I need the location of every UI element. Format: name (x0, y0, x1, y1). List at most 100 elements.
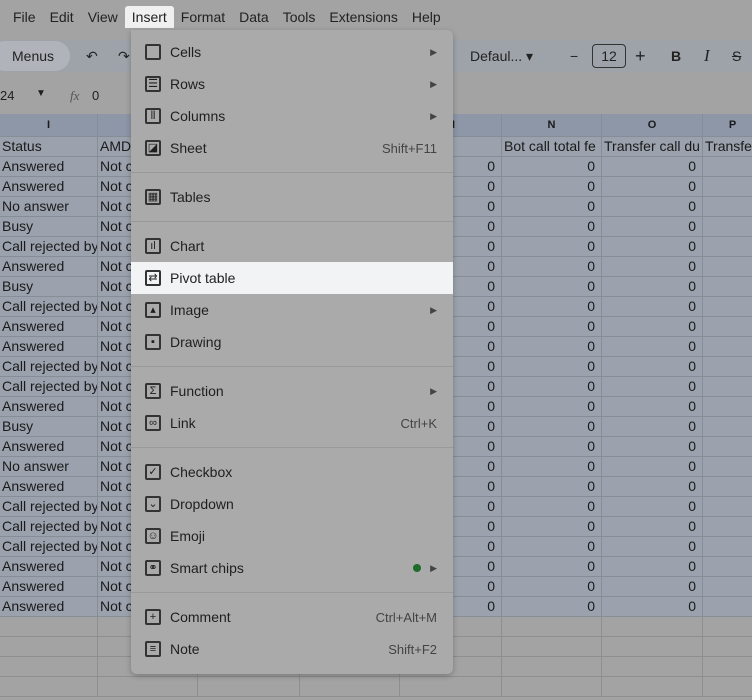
menu-item-pivot-table[interactable]: ⇄ Pivot table (131, 262, 453, 294)
formula-input[interactable]: 0 (92, 88, 99, 103)
status-cell[interactable]: No answer (0, 197, 98, 217)
menu-item-smart-chips[interactable]: ⚭ Smart chips ▶ (131, 552, 453, 584)
status-cell[interactable]: Answered (0, 397, 98, 417)
menu-item-columns[interactable]: ⦀ Columns ▶ (131, 100, 453, 132)
empty-cell[interactable] (0, 617, 98, 637)
value-cell[interactable]: 0 (602, 357, 703, 377)
cell[interactable] (703, 257, 752, 277)
menu-item-cells[interactable]: Cells ▶ (131, 36, 453, 68)
menu-tools[interactable]: Tools (276, 6, 323, 28)
menu-item-link[interactable]: ∞ Link Ctrl+K (131, 407, 453, 439)
value-cell[interactable]: 0 (602, 557, 703, 577)
empty-cell[interactable] (198, 677, 300, 697)
status-cell[interactable]: Call rejected by (0, 297, 98, 317)
cell[interactable] (703, 197, 752, 217)
value-cell[interactable]: 0 (602, 517, 703, 537)
cell[interactable] (703, 157, 752, 177)
status-cell[interactable]: Answered (0, 557, 98, 577)
menu-item-checkbox[interactable]: ✓ Checkbox (131, 456, 453, 488)
menu-item-function[interactable]: Σ Function ▶ (131, 375, 453, 407)
empty-cell[interactable] (0, 637, 98, 657)
menu-format[interactable]: Format (174, 6, 232, 28)
cell[interactable] (703, 357, 752, 377)
menu-extensions[interactable]: Extensions (322, 6, 404, 28)
status-cell[interactable]: Busy (0, 217, 98, 237)
value-cell[interactable]: 0 (602, 377, 703, 397)
value-cell[interactable]: 0 (502, 577, 602, 597)
decrease-font-size-button[interactable]: − (570, 40, 578, 72)
status-cell[interactable]: Answered (0, 437, 98, 457)
value-cell[interactable]: 0 (502, 177, 602, 197)
value-cell[interactable]: 0 (502, 197, 602, 217)
menu-edit[interactable]: Edit (43, 6, 81, 28)
value-cell[interactable]: 0 (502, 277, 602, 297)
empty-cell[interactable] (703, 657, 752, 677)
cell[interactable] (703, 577, 752, 597)
column-header-n[interactable]: N (502, 114, 602, 137)
cell[interactable] (703, 317, 752, 337)
column-header-o[interactable]: O (602, 114, 703, 137)
menu-item-comment[interactable]: + Comment Ctrl+Alt+M (131, 601, 453, 633)
value-cell[interactable]: 0 (602, 477, 703, 497)
empty-cell[interactable] (703, 637, 752, 657)
cell[interactable] (703, 177, 752, 197)
strikethrough-button[interactable]: S (732, 40, 741, 72)
value-cell[interactable]: 0 (602, 597, 703, 617)
name-box-dropdown-icon[interactable]: ▼ (36, 88, 46, 99)
value-cell[interactable]: 0 (502, 157, 602, 177)
empty-cell[interactable] (502, 637, 602, 657)
cell[interactable] (703, 297, 752, 317)
cell[interactable] (703, 277, 752, 297)
cell[interactable] (703, 437, 752, 457)
increase-font-size-button[interactable]: + (635, 40, 646, 72)
value-cell[interactable]: 0 (502, 557, 602, 577)
cell[interactable] (703, 497, 752, 517)
header-cell[interactable]: Transfe (703, 137, 752, 157)
empty-cell[interactable] (602, 657, 703, 677)
status-cell[interactable]: Call rejected by (0, 497, 98, 517)
value-cell[interactable]: 0 (502, 457, 602, 477)
menu-item-emoji[interactable]: ☺ Emoji (131, 520, 453, 552)
menu-data[interactable]: Data (232, 6, 276, 28)
menu-item-note[interactable]: ≡ Note Shift+F2 (131, 633, 453, 665)
value-cell[interactable]: 0 (502, 597, 602, 617)
value-cell[interactable]: 0 (502, 377, 602, 397)
column-header-i[interactable]: I (0, 114, 98, 137)
value-cell[interactable]: 0 (602, 397, 703, 417)
empty-cell[interactable] (300, 677, 400, 697)
empty-cell[interactable] (602, 617, 703, 637)
value-cell[interactable]: 0 (502, 337, 602, 357)
empty-cell[interactable] (98, 677, 198, 697)
value-cell[interactable]: 0 (502, 397, 602, 417)
value-cell[interactable]: 0 (502, 497, 602, 517)
empty-cell[interactable] (703, 617, 752, 637)
menu-view[interactable]: View (81, 6, 125, 28)
value-cell[interactable]: 0 (602, 237, 703, 257)
font-select[interactable]: Defaul... ▾ (470, 40, 533, 72)
cell[interactable] (703, 237, 752, 257)
value-cell[interactable]: 0 (602, 457, 703, 477)
menu-item-chart[interactable]: ıl Chart (131, 230, 453, 262)
value-cell[interactable]: 0 (502, 477, 602, 497)
status-cell[interactable]: Call rejected by (0, 377, 98, 397)
menu-insert[interactable]: Insert (124, 6, 174, 28)
status-cell[interactable]: Call rejected by (0, 517, 98, 537)
value-cell[interactable]: 0 (502, 237, 602, 257)
menu-help[interactable]: Help (405, 6, 448, 28)
status-cell[interactable]: Answered (0, 317, 98, 337)
value-cell[interactable]: 0 (502, 317, 602, 337)
status-cell[interactable]: Call rejected by (0, 537, 98, 557)
value-cell[interactable]: 0 (502, 437, 602, 457)
value-cell[interactable]: 0 (602, 277, 703, 297)
value-cell[interactable]: 0 (602, 197, 703, 217)
empty-cell[interactable] (400, 677, 502, 697)
empty-cell[interactable] (602, 637, 703, 657)
header-cell[interactable]: Bot call total fe (502, 137, 602, 157)
cell[interactable] (703, 477, 752, 497)
value-cell[interactable]: 0 (602, 257, 703, 277)
status-cell[interactable]: Answered (0, 337, 98, 357)
menu-item-sheet[interactable]: ◪ Sheet Shift+F11 (131, 132, 453, 164)
value-cell[interactable]: 0 (502, 297, 602, 317)
name-box[interactable]: 24 (0, 88, 14, 103)
menu-file[interactable]: File (6, 6, 43, 28)
